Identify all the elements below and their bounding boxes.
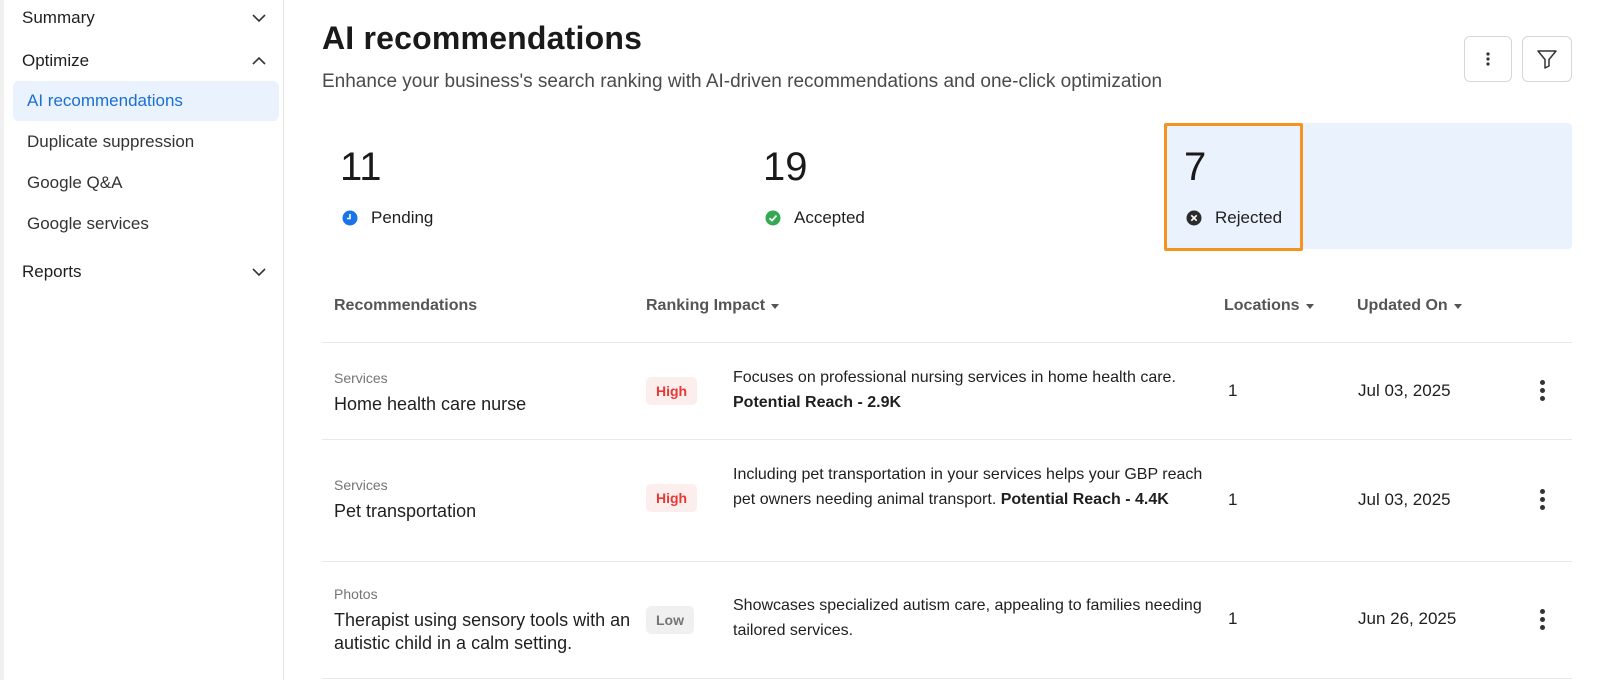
recommendation-category: Services — [334, 370, 388, 386]
recommendation-category: Photos — [334, 586, 378, 602]
sidebar-item-label: Google services — [27, 214, 149, 233]
locations-count: 1 — [1228, 609, 1238, 628]
row-actions-button[interactable] — [1532, 486, 1552, 512]
stat-accepted-label-row: Accepted — [765, 208, 865, 228]
sort-caret-icon — [771, 303, 780, 309]
stat-rejected-label: Rejected — [1215, 208, 1283, 227]
impact-badge: High — [646, 377, 698, 405]
filter-button[interactable] — [1522, 36, 1572, 82]
clock-icon — [342, 210, 358, 226]
recommendation-name: Home health care nurse — [334, 394, 527, 414]
sidebar-item-ai-recommendations[interactable]: AI recommendations — [13, 81, 279, 121]
impact-badge: High — [646, 484, 698, 512]
stat-pending-label-row: Pending — [342, 208, 433, 228]
more-options-button[interactable] — [1464, 36, 1512, 82]
recommendation-description: Focuses on professional nursing services… — [733, 366, 1213, 415]
sort-caret-icon — [1305, 303, 1314, 309]
locations-count: 1 — [1228, 381, 1238, 400]
filter-icon — [1537, 50, 1557, 69]
sidebar-item-google-services[interactable]: Google services — [13, 204, 279, 244]
column-header-label: Ranking Impact — [646, 297, 766, 314]
nav-group-reports-label: Reports — [22, 262, 82, 281]
updated-date: Jun 26, 2025 — [1358, 609, 1457, 628]
table-row[interactable]: Photos Therapist using sensory tools wit… — [322, 562, 1572, 678]
divider — [322, 678, 1572, 679]
column-header-ranking-impact[interactable]: Ranking Impact — [646, 297, 780, 315]
column-header-recommendations: Recommendations — [334, 297, 477, 315]
page-subtitle: Enhance your business's search ranking w… — [322, 71, 1163, 92]
stat-accepted-value: 19 — [763, 145, 808, 189]
page-title: AI recommendations — [322, 20, 643, 56]
stat-rejected[interactable]: 7 Rejected — [1164, 123, 1303, 251]
column-header-locations[interactable]: Locations — [1224, 297, 1314, 315]
locations-count: 1 — [1228, 490, 1238, 509]
check-circle-icon — [765, 210, 781, 226]
sidebar-item-label: Duplicate suppression — [27, 132, 195, 151]
nav-group-summary-label: Summary — [22, 8, 95, 27]
recommendation-description: Showcases specialized autism care, appea… — [733, 594, 1213, 643]
sidebar-item-duplicate-suppression[interactable]: Duplicate suppression — [13, 122, 279, 162]
stat-rejected-label-row: Rejected — [1186, 208, 1282, 228]
chevron-down-icon — [252, 268, 266, 277]
column-header-label: Updated On — [1357, 297, 1448, 314]
sidebar-item-label: Google Q&A — [27, 173, 123, 192]
sidebar-item-google-qa[interactable]: Google Q&A — [13, 163, 279, 203]
description-text: Showcases specialized autism care, appea… — [733, 597, 1202, 639]
table-row[interactable]: Services Home health care nurse High Foc… — [322, 343, 1572, 439]
nav-group-summary[interactable]: Summary — [22, 3, 274, 33]
x-circle-icon — [1186, 210, 1202, 226]
column-header-updated-on[interactable]: Updated On — [1357, 297, 1462, 315]
nav-group-optimize-label: Optimize — [22, 51, 90, 70]
stat-accepted[interactable]: 19 Accepted — [745, 123, 1145, 251]
stat-pending-value: 11 — [340, 145, 382, 189]
recommendation-name: Therapist using sensory tools with an au… — [334, 610, 631, 653]
row-actions-button[interactable] — [1532, 606, 1552, 632]
column-header-label: Locations — [1224, 297, 1300, 314]
more-vertical-icon — [1486, 52, 1490, 66]
sidebar: Summary Optimize AI recommendations Dupl… — [0, 0, 284, 680]
sidebar-item-label: AI recommendations — [27, 91, 183, 110]
updated-date: Jul 03, 2025 — [1358, 381, 1451, 400]
recommendation-category: Services — [334, 477, 388, 493]
potential-reach: Potential Reach - 4.4K — [1000, 490, 1169, 508]
sort-caret-icon — [1453, 303, 1462, 309]
updated-date: Jul 03, 2025 — [1358, 490, 1451, 509]
chevron-up-icon — [252, 56, 266, 65]
recommendation-description: Including pet transportation in your ser… — [733, 463, 1213, 512]
stat-accepted-label: Accepted — [794, 208, 865, 227]
potential-reach: Potential Reach - 2.9K — [733, 393, 902, 411]
chevron-down-icon — [252, 14, 266, 23]
description-text: Focuses on professional nursing services… — [733, 369, 1176, 386]
table-row[interactable]: Services Pet transportation High Includi… — [322, 440, 1572, 561]
impact-badge: Low — [646, 606, 694, 634]
row-actions-button[interactable] — [1532, 377, 1552, 403]
column-header-label: Recommendations — [334, 297, 478, 314]
nav-group-optimize[interactable]: Optimize — [22, 46, 274, 76]
recommendation-name: Pet transportation — [334, 501, 477, 521]
stat-pending[interactable]: 11 Pending — [322, 123, 722, 251]
nav-group-reports[interactable]: Reports — [22, 257, 274, 287]
stat-pending-label: Pending — [371, 208, 434, 227]
stat-rejected-value: 7 — [1184, 145, 1207, 189]
